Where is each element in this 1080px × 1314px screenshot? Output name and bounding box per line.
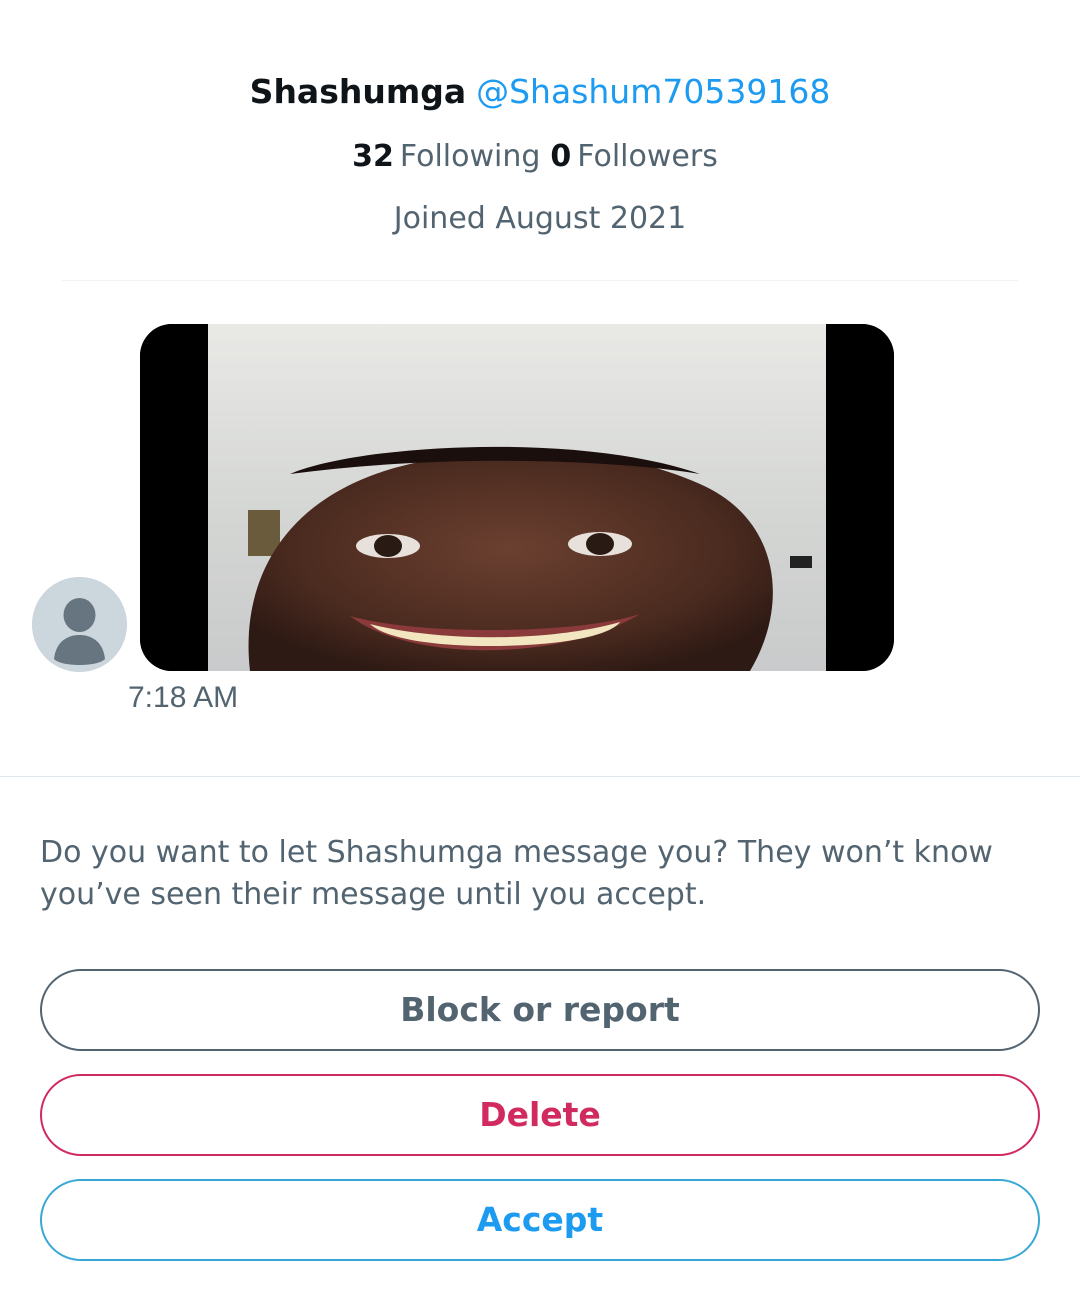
- sender-avatar[interactable]: [32, 577, 127, 672]
- followers-label[interactable]: Followers: [577, 139, 718, 174]
- joined-date: Joined August 2021: [393, 201, 687, 236]
- block-or-report-button[interactable]: Block or report: [40, 969, 1040, 1051]
- following-label[interactable]: Following: [400, 139, 541, 174]
- user-handle[interactable]: @Shashum70539168: [476, 72, 830, 111]
- media-image: [140, 324, 894, 671]
- divider: [62, 280, 1018, 281]
- following-count[interactable]: 32: [352, 139, 394, 174]
- delete-button[interactable]: Delete: [40, 1074, 1040, 1156]
- message-timestamp: 7:18 AM: [128, 681, 239, 714]
- display-name[interactable]: Shashumga: [250, 72, 466, 111]
- message-media[interactable]: [140, 324, 894, 671]
- profile-header[interactable]: Shashumga @Shashum70539168: [0, 70, 1080, 114]
- followers-count[interactable]: 0: [550, 139, 571, 174]
- request-prompt: Do you want to let Shashumga message you…: [40, 835, 993, 912]
- accept-button[interactable]: Accept: [40, 1179, 1040, 1261]
- divider: [0, 776, 1080, 777]
- profile-stats: 32 Following 0 Followers: [0, 136, 1080, 178]
- default-avatar-icon: [32, 577, 127, 672]
- message-request-screen: Shashumga @Shashum70539168 32 Following 0 Fo…: [0, 0, 1080, 1314]
